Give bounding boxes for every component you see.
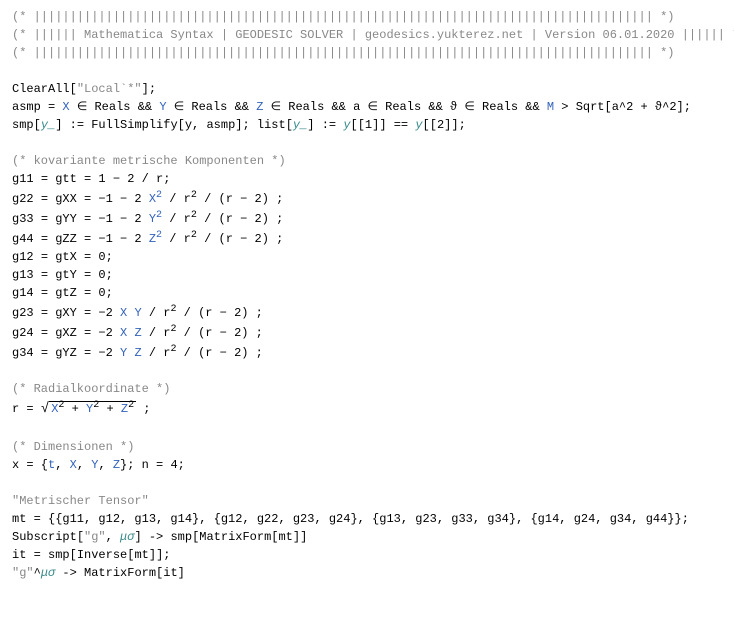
clearall-arg: "Local`*" xyxy=(77,82,142,96)
g34-line: g34 = gYZ = −2 Y Z / r2 / (r − 2) ; xyxy=(12,342,722,362)
g13-line: g13 = gtY = 0; xyxy=(12,266,722,284)
g33-line: g33 = gYY = −1 − 2 Y2 / r2 / (r − 2) ; xyxy=(12,208,722,228)
g11-line: g11 = gtt = 1 − 2 / r; xyxy=(12,170,722,188)
header-comment-3: (* |||||||||||||||||||||||||||||||||||||… xyxy=(12,44,722,62)
it-line: it = smp[Inverse[mt]]; xyxy=(12,546,722,564)
comment-metric-components: (* kovariante metrische Komponenten *) xyxy=(12,152,722,170)
header-comment-2: (* |||||| Mathematica Syntax | GEODESIC … xyxy=(12,26,722,44)
gup-line: "g"^μσ -> MatrixForm[it] xyxy=(12,564,722,582)
clearall-fn: ClearAll xyxy=(12,82,70,96)
header-comment-1: (* |||||||||||||||||||||||||||||||||||||… xyxy=(12,8,722,26)
section-title: "Metrischer Tensor" xyxy=(12,492,722,510)
comment-radial: (* Radialkoordinate *) xyxy=(12,380,722,398)
g24-line: g24 = gXZ = −2 X Z / r2 / (r − 2) ; xyxy=(12,322,722,342)
radial-line: r = √X2 + Y2 + Z2 ; xyxy=(12,398,722,420)
asmp-line: asmp = X ∈ Reals && Y ∈ Reals && Z ∈ Rea… xyxy=(12,98,722,116)
g22-line: g22 = gXX = −1 − 2 X2 / r2 / (r − 2) ; xyxy=(12,188,722,208)
dims-line: x = {t, X, Y, Z}; n = 4; xyxy=(12,456,722,474)
clearall-line: ClearAll["Local`*"]; xyxy=(12,80,722,98)
smp-line: smp[y_] := FullSimplify[y, asmp]; list[y… xyxy=(12,116,722,134)
comment-dimensions: (* Dimensionen *) xyxy=(12,438,722,456)
g12-line: g12 = gtX = 0; xyxy=(12,248,722,266)
g23-line: g23 = gXY = −2 X Y / r2 / (r − 2) ; xyxy=(12,302,722,322)
mt-line: mt = {{g11, g12, g13, g14}, {g12, g22, g… xyxy=(12,510,722,528)
subscript-line: Subscript["g", μσ] -> smp[MatrixForm[mt]… xyxy=(12,528,722,546)
g44-line: g44 = gZZ = −1 − 2 Z2 / r2 / (r − 2) ; xyxy=(12,228,722,248)
g14-line: g14 = gtZ = 0; xyxy=(12,284,722,302)
